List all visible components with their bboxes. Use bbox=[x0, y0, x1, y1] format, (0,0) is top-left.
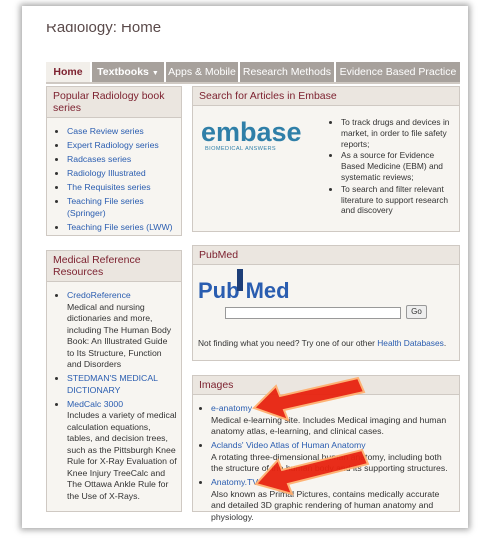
pubmed-logo: Pub Med bbox=[198, 278, 290, 303]
annotation-arrow-icon bbox=[252, 376, 366, 422]
books-list: Case Review series Expert Radiology seri… bbox=[47, 126, 181, 233]
embase-logo[interactable]: embase BIOMEDICAL ANSWERS bbox=[201, 119, 302, 153]
chevron-down-icon: ▼ bbox=[151, 70, 159, 77]
pubmed-search-input[interactable] bbox=[225, 307, 401, 319]
book-link[interactable]: Expert Radiology series bbox=[67, 140, 159, 150]
tab-bar: Home Textbooks ▼ Apps & Mobile Research M… bbox=[46, 62, 460, 82]
item-description: Includes a variety of medical calculatio… bbox=[67, 410, 177, 501]
list-item: Radcases series bbox=[67, 154, 181, 166]
list-item: Teaching File series (Springer) bbox=[67, 196, 181, 219]
reference-box-title: Medical Reference Resources bbox=[47, 251, 181, 282]
list-item: To search and filter relevant literature… bbox=[341, 184, 457, 216]
embase-box-title: Search for Articles in Embase bbox=[193, 87, 459, 106]
pubmed-logo-mark bbox=[237, 269, 243, 291]
book-link[interactable]: Teaching File series (Springer) bbox=[67, 196, 144, 218]
go-button[interactable]: Go bbox=[406, 305, 427, 319]
book-link[interactable]: Radcases series bbox=[67, 154, 131, 164]
tab-apps-mobile[interactable]: Apps & Mobile bbox=[166, 62, 238, 82]
list-item: Radiology Illustrated bbox=[67, 168, 181, 180]
embase-box: Search for Articles in Embase embase BIO… bbox=[192, 86, 460, 232]
pubmed-box-title: PubMed bbox=[193, 246, 459, 265]
book-link[interactable]: Radiology Illustrated bbox=[67, 168, 146, 178]
annotation-arrow-icon bbox=[254, 448, 370, 496]
list-item: Case Review series bbox=[67, 126, 181, 138]
item-description: Medical and nursing dictionaries and mor… bbox=[67, 301, 172, 370]
tab-underline bbox=[46, 82, 460, 84]
book-link[interactable]: Teaching File series (LWW) bbox=[67, 222, 173, 232]
list-item: STEDMAN'S MEDICAL DICTIONARY bbox=[67, 373, 177, 396]
books-box: Popular Radiology book series Case Revie… bbox=[46, 86, 182, 236]
book-link[interactable]: The Requisites series bbox=[67, 182, 151, 192]
health-databases-link[interactable]: Health Databases bbox=[377, 338, 444, 348]
credoreference-link[interactable]: CredoReference bbox=[67, 290, 131, 300]
pubmed-box: PubMed Pub Med Go Not finding what you ne… bbox=[192, 245, 460, 361]
tab-evidence-based-practice[interactable]: Evidence Based Practice bbox=[336, 62, 460, 82]
tab-research-methods[interactable]: Research Methods bbox=[240, 62, 334, 82]
stedmans-link[interactable]: STEDMAN'S MEDICAL DICTIONARY bbox=[67, 373, 158, 395]
reference-list: CredoReference Medical and nursing dicti… bbox=[47, 290, 181, 502]
list-item: CredoReference Medical and nursing dicti… bbox=[67, 290, 177, 371]
medcalc-link[interactable]: MedCalc 3000 bbox=[67, 399, 123, 409]
tab-textbooks[interactable]: Textbooks ▼ bbox=[92, 62, 164, 82]
embase-points: To track drugs and devices in market, in… bbox=[321, 117, 457, 217]
books-box-title: Popular Radiology book series bbox=[47, 87, 181, 118]
list-item: Teaching File series (LWW) bbox=[67, 222, 181, 234]
page-title: Radiology: Home bbox=[46, 24, 162, 36]
list-item: The Requisites series bbox=[67, 182, 181, 194]
pubmed-note: Not finding what you need? Try one of ou… bbox=[198, 338, 447, 348]
list-item: MedCalc 3000 Includes a variety of medic… bbox=[67, 399, 177, 503]
list-item: To track drugs and devices in market, in… bbox=[341, 117, 457, 149]
list-item: Expert Radiology series bbox=[67, 140, 181, 152]
list-item: As a source for Evidence Based Medicine … bbox=[341, 150, 457, 182]
book-link[interactable]: Case Review series bbox=[67, 126, 144, 136]
reference-box: Medical Reference Resources CredoReferen… bbox=[46, 250, 182, 512]
tab-home[interactable]: Home bbox=[46, 62, 90, 82]
